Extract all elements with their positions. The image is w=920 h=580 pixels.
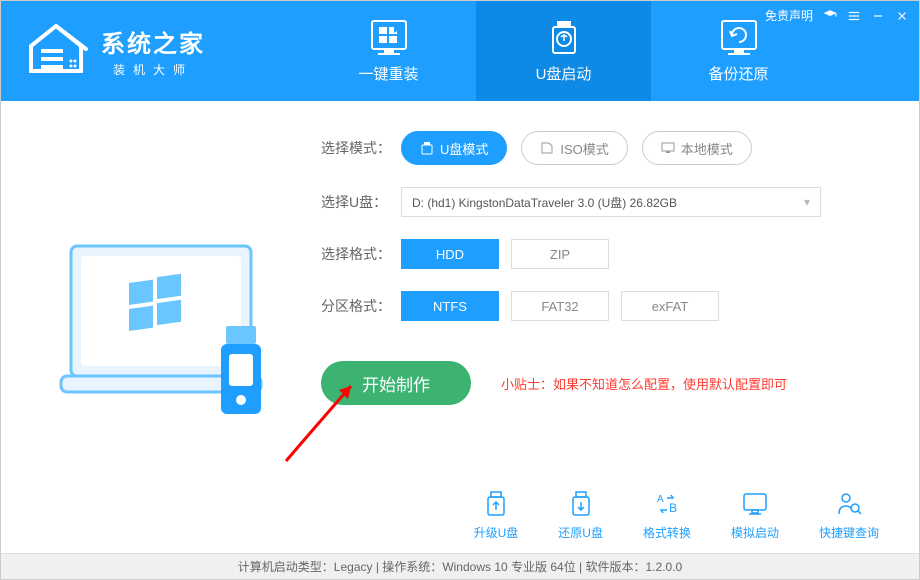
mode-usb-button[interactable]: U盘模式 — [401, 131, 507, 165]
action-upgrade-usb[interactable]: 升级U盘 — [474, 490, 519, 541]
disclaimer-link[interactable]: 免责声明 — [765, 7, 813, 24]
partition-row: 分区格式： NTFS FAT32 exFAT — [321, 291, 879, 321]
start-create-button[interactable]: 开始制作 — [321, 361, 471, 405]
usb-icon — [420, 141, 434, 155]
mode-btn-label: U盘模式 — [440, 139, 488, 158]
start-row: 开始制作 小贴士：如果不知道怎么配置，使用默认配置即可 — [321, 361, 879, 405]
usb-upgrade-icon — [482, 490, 510, 518]
mode-label: 选择模式： — [321, 138, 401, 158]
action-label: 快捷键查询 — [819, 524, 879, 541]
format-label: 选择格式： — [321, 244, 401, 264]
minimize-icon[interactable] — [871, 9, 885, 23]
chevron-down-icon: ▾ — [804, 195, 810, 209]
app-title: 系统之家 — [101, 24, 205, 59]
action-label: 升级U盘 — [474, 524, 519, 541]
action-label: 还原U盘 — [558, 524, 603, 541]
iso-icon — [540, 141, 554, 155]
usb-restore-icon — [567, 490, 595, 518]
action-label: 模拟启动 — [731, 524, 779, 541]
partition-ntfs-button[interactable]: NTFS — [401, 291, 499, 321]
action-shortcut-query[interactable]: 快捷键查询 — [819, 490, 879, 541]
tab-label: U盘启动 — [536, 63, 592, 84]
action-simulate-boot[interactable]: 模拟启动 — [731, 490, 779, 541]
main-tabs: 一键重装 U盘启动 备份还原 — [301, 1, 826, 101]
partition-label: 分区格式： — [321, 296, 401, 316]
tab-reinstall[interactable]: 一键重装 — [301, 1, 476, 101]
tab-label: 备份还原 — [708, 63, 768, 84]
monitor-icon — [741, 490, 769, 518]
action-format-convert[interactable]: AB 格式转换 — [643, 490, 691, 541]
usb-drive-select[interactable]: D: (hd1) KingstonDataTraveler 3.0 (U盘) 2… — [401, 187, 821, 217]
tab-usb-boot[interactable]: U盘启动 — [476, 1, 651, 101]
usb-select-value: D: (hd1) KingstonDataTraveler 3.0 (U盘) 2… — [412, 194, 677, 211]
action-restore-usb[interactable]: 还原U盘 — [558, 490, 603, 541]
mode-local-button[interactable]: 本地模式 — [642, 131, 752, 165]
main-content: 选择模式： U盘模式 ISO模式 本地模式 选择U盘： D: (hd1) Kin… — [1, 101, 919, 541]
format-zip-button[interactable]: ZIP — [511, 239, 609, 269]
logo: 系统之家 装机大师 — [21, 21, 301, 81]
usb-label: 选择U盘： — [321, 192, 401, 212]
action-label: 格式转换 — [643, 524, 691, 541]
mode-iso-button[interactable]: ISO模式 — [521, 131, 627, 165]
tab-label: 一键重装 — [358, 63, 418, 84]
person-search-icon — [835, 490, 863, 518]
svg-text:A: A — [657, 494, 664, 505]
usb-select-row: 选择U盘： D: (hd1) KingstonDataTraveler 3.0 … — [321, 187, 879, 217]
app-header: 免责声明 系统之家 装机大师 一键重装 U盘启动 — [1, 1, 919, 101]
partition-exfat-button[interactable]: exFAT — [621, 291, 719, 321]
illustration — [41, 131, 301, 541]
settings-panel: 选择模式： U盘模式 ISO模式 本地模式 选择U盘： D: (hd1) Kin… — [301, 131, 879, 541]
close-icon[interactable] — [895, 9, 909, 23]
app-subtitle: 装机大师 — [101, 61, 205, 78]
status-bar: 计算机启动类型：Legacy | 操作系统：Windows 10 专业版 64位… — [1, 553, 919, 579]
tip-text: 小贴士：如果不知道怎么配置，使用默认配置即可 — [501, 374, 787, 393]
bottom-actions: 升级U盘 还原U盘 AB 格式转换 模拟启动 快捷键查询 — [474, 490, 879, 541]
partition-fat32-button[interactable]: FAT32 — [511, 291, 609, 321]
laptop-usb-illustration — [51, 226, 291, 446]
usb-boot-icon — [543, 19, 585, 57]
mode-btn-label: ISO模式 — [560, 139, 608, 158]
mode-row: 选择模式： U盘模式 ISO模式 本地模式 — [321, 131, 879, 165]
menu-icon[interactable] — [847, 9, 861, 23]
graduation-icon[interactable] — [823, 9, 837, 23]
mode-btn-label: 本地模式 — [681, 139, 733, 158]
windows-reinstall-icon — [368, 19, 410, 57]
house-logo-icon — [21, 21, 91, 81]
svg-text:B: B — [669, 501, 677, 515]
monitor-icon — [661, 141, 675, 155]
backup-icon — [718, 19, 760, 57]
convert-icon: AB — [653, 490, 681, 518]
window-titlebar: 免责声明 — [765, 7, 909, 24]
format-row: 选择格式： HDD ZIP — [321, 239, 879, 269]
format-hdd-button[interactable]: HDD — [401, 239, 499, 269]
